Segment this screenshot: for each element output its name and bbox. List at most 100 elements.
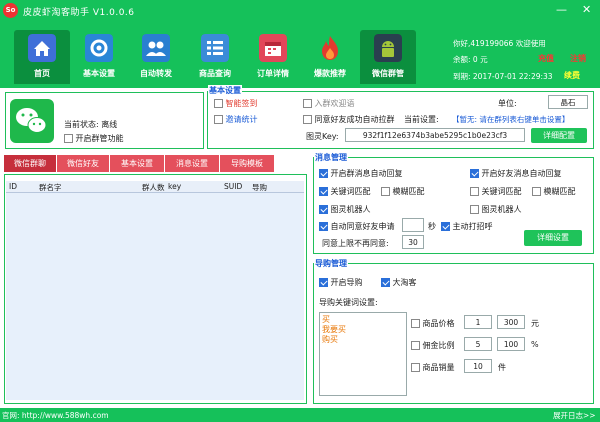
enable-guide-checkbox[interactable]: 开启导购: [319, 277, 363, 288]
robot-checkbox[interactable]: 图灵机器人: [319, 204, 371, 215]
tab-wechat-groups[interactable]: 微信群聊: [4, 155, 56, 172]
commission-min-input[interactable]: 5: [464, 337, 492, 351]
friend-reply-label: 开启好友消息自动回复: [481, 169, 562, 178]
checkbox[interactable]: [470, 205, 479, 214]
checkbox[interactable]: [319, 222, 328, 231]
checkbox[interactable]: [470, 187, 479, 196]
price-checkbox[interactable]: 商品价格: [411, 318, 455, 329]
col-guide[interactable]: 导购: [252, 182, 267, 193]
col-key[interactable]: key: [168, 182, 181, 191]
message-title: 消息管理: [314, 152, 348, 163]
keywords-textarea[interactable]: 买 我要买 购买: [319, 312, 407, 396]
limit-input[interactable]: 30: [402, 235, 424, 249]
current-setting-label: 当前设置:: [404, 115, 439, 124]
nav-basic-settings[interactable]: 基本设置: [71, 30, 127, 84]
checkbox[interactable]: [319, 187, 328, 196]
sales-input[interactable]: 10: [464, 359, 492, 373]
tab-basic-settings[interactable]: 基本设置: [110, 155, 164, 172]
keyword-label: 关键词匹配: [330, 187, 371, 196]
seconds-unit: 秒: [428, 222, 436, 231]
col-member-count[interactable]: 群人数: [142, 182, 165, 193]
price-max-input[interactable]: 300: [497, 315, 525, 329]
checkbox[interactable]: [411, 363, 420, 372]
unit-label: 单位:: [498, 99, 517, 108]
nav-label: 商品查询: [199, 69, 231, 78]
invite-stats-checkbox[interactable]: 邀请统计: [214, 114, 258, 125]
nav-product-search[interactable]: 商品查询: [187, 30, 243, 84]
website-link[interactable]: 官网: http://www.588wh.com: [2, 410, 109, 421]
sales-checkbox[interactable]: 商品销量: [411, 362, 455, 373]
fuzzy-checkbox[interactable]: 模糊匹配: [381, 186, 425, 197]
detail-settings-button[interactable]: 详细设置: [524, 230, 582, 246]
checkbox[interactable]: [470, 169, 479, 178]
nav-label: 微信群管: [372, 69, 404, 78]
checkbox[interactable]: [214, 99, 223, 108]
checkbox[interactable]: [411, 319, 420, 328]
checkbox[interactable]: [381, 187, 390, 196]
checkbox[interactable]: [319, 205, 328, 214]
limit-label: 同意上限不再同意:: [322, 239, 389, 248]
checkbox[interactable]: [319, 169, 328, 178]
balance-text: 余额: 0 元: [453, 55, 488, 64]
detail-config-button[interactable]: 详细配置: [531, 128, 587, 143]
logout-link[interactable]: 注销: [570, 53, 586, 64]
auto-agree-checkbox[interactable]: 自动同意好友申请: [319, 221, 395, 232]
checkbox[interactable]: [411, 341, 420, 350]
guide-title: 导购管理: [314, 258, 348, 269]
invite-stats-label: 邀请统计: [225, 115, 258, 124]
users-icon: [142, 34, 170, 62]
tab-wechat-friends[interactable]: 微信好友: [57, 155, 109, 172]
nav-auto-forward[interactable]: 自动转发: [128, 30, 184, 84]
commission-max-input[interactable]: 100: [497, 337, 525, 351]
checkbox[interactable]: [532, 187, 541, 196]
col-group-name[interactable]: 群名字: [39, 182, 62, 193]
taobao-checkbox[interactable]: 大淘客: [381, 277, 417, 288]
sales-label: 商品销量: [422, 363, 455, 372]
col-suid[interactable]: SUID: [224, 182, 242, 191]
group-reply-checkbox[interactable]: 开启群消息自动回复: [319, 168, 403, 179]
price-min-input[interactable]: 1: [464, 315, 492, 329]
close-button[interactable]: ✕: [582, 4, 591, 16]
nav-order-details[interactable]: 订单详情: [245, 30, 301, 84]
group-table-body[interactable]: [6, 193, 304, 400]
renew-link[interactable]: 续费: [564, 70, 580, 81]
nav-wechat-group[interactable]: 微信群管: [360, 30, 416, 84]
nav-label: 订单详情: [257, 69, 289, 78]
keyword2-checkbox[interactable]: 关键词匹配: [470, 186, 522, 197]
expand-log-link[interactable]: 展开日志>>: [553, 410, 596, 421]
robot2-checkbox[interactable]: 图灵机器人: [470, 204, 522, 215]
nav-label: 首页: [34, 69, 50, 78]
nav-hot-recommend[interactable]: 爆款推荐: [302, 30, 358, 84]
robot2-label: 图灵机器人: [481, 205, 522, 214]
fuzzy2-checkbox[interactable]: 模糊匹配: [532, 186, 576, 197]
enable-guide-label: 开启导购: [330, 278, 363, 287]
seconds-input[interactable]: [402, 218, 424, 232]
checkbox[interactable]: [303, 115, 312, 124]
greet-checkbox[interactable]: 主动打招呼: [441, 221, 493, 232]
checkbox[interactable]: [319, 278, 328, 287]
checkbox[interactable]: [64, 134, 73, 143]
smart-sign-checkbox[interactable]: 智能签到: [214, 98, 258, 109]
minimize-button[interactable]: —: [556, 4, 567, 16]
checkbox[interactable]: [303, 99, 312, 108]
recharge-link[interactable]: 充值: [538, 53, 554, 64]
checkbox[interactable]: [441, 222, 450, 231]
unit-input[interactable]: 晶石: [548, 95, 588, 109]
keyword2-label: 关键词匹配: [481, 187, 522, 196]
group-reply-label: 开启群消息自动回复: [330, 169, 403, 178]
nav-home[interactable]: 首页: [14, 30, 70, 84]
welcome-checkbox[interactable]: 入群欢迎语: [303, 98, 355, 109]
tuling-key-input[interactable]: 932f1f12e6374b3abe5295c1b0e23cf3: [345, 128, 525, 142]
friend-reply-checkbox[interactable]: 开启好友消息自动回复: [470, 168, 562, 179]
tab-message-settings[interactable]: 消息设置: [165, 155, 219, 172]
keyword-checkbox[interactable]: 关键词匹配: [319, 186, 371, 197]
col-id[interactable]: ID: [9, 182, 17, 191]
enable-group-checkbox[interactable]: 开启群管功能: [64, 133, 124, 144]
auto-pull-checkbox[interactable]: 同意好友成功自动拉群: [303, 114, 395, 125]
tab-guide-template[interactable]: 导购模板: [220, 155, 274, 172]
checkbox[interactable]: [381, 278, 390, 287]
wechat-icon: [10, 99, 54, 143]
checkbox[interactable]: [214, 115, 223, 124]
basic-settings-title: 基本设置: [208, 85, 242, 96]
commission-checkbox[interactable]: 佣金比例: [411, 340, 455, 351]
